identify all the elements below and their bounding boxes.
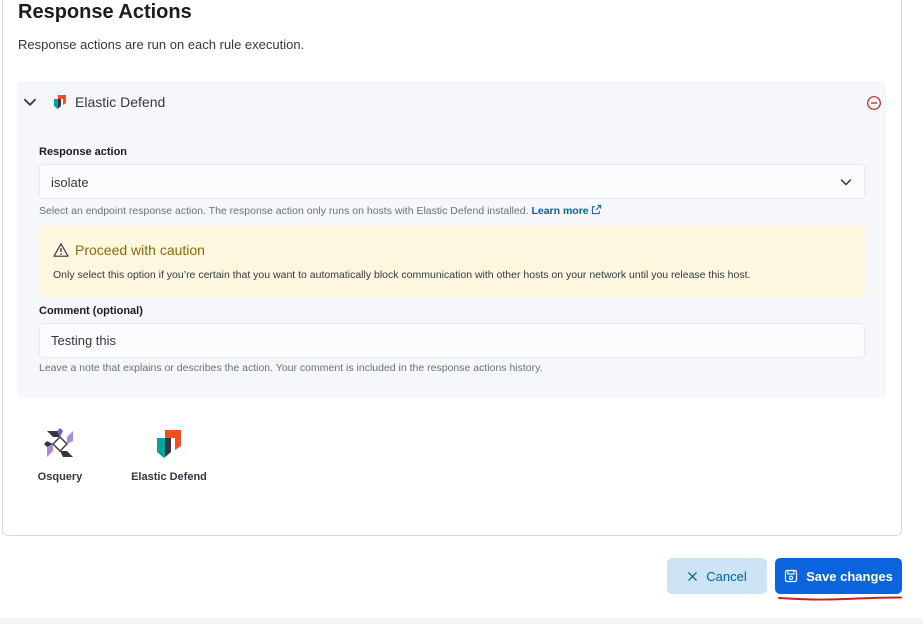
response-action-help: Select an endpoint response action. The … [39, 204, 602, 217]
cancel-label: Cancel [706, 568, 747, 584]
section-title: Response Actions [18, 1, 192, 23]
elastic-defend-accordion: Elastic Defend Response action isolate S… [17, 81, 886, 398]
close-icon [688, 571, 698, 581]
action-type-elastic-defend[interactable]: Elastic Defend [128, 428, 210, 483]
remove-circle-icon[interactable] [866, 95, 882, 111]
response-action-value: isolate [51, 175, 89, 190]
elastic-defend-icon [157, 430, 181, 458]
response-action-label: Response action [39, 146, 128, 158]
osquery-label: Osquery [37, 471, 83, 483]
callout-body: Only select this option if you’re certai… [53, 269, 751, 281]
bottom-strip [0, 618, 923, 624]
chevron-down-icon[interactable] [21, 93, 39, 111]
caution-callout: Proceed with caution Only select this op… [39, 225, 865, 297]
comment-input[interactable] [39, 323, 865, 358]
red-underline-annotation [778, 596, 902, 601]
response-action-select[interactable]: isolate [39, 164, 865, 199]
accordion-header[interactable]: Elastic Defend [17, 81, 886, 123]
learn-more-link[interactable]: Learn more [531, 204, 601, 217]
comment-help: Leave a note that explains or describes … [39, 362, 543, 374]
chevron-down-icon [840, 179, 852, 186]
osquery-icon [44, 428, 73, 457]
warning-icon [53, 243, 69, 257]
elastic-defend-logo-icon [54, 95, 66, 109]
cancel-button[interactable]: Cancel [667, 558, 767, 594]
action-type-osquery[interactable]: Osquery [36, 428, 84, 483]
save-changes-button[interactable]: Save changes [775, 558, 902, 594]
elastic-defend-label: Elastic Defend [131, 471, 207, 483]
comment-label: Comment (optional) [39, 305, 143, 317]
external-link-icon [591, 204, 601, 215]
save-label: Save changes [806, 568, 893, 584]
callout-title: Proceed with caution [75, 242, 205, 258]
save-icon [785, 569, 798, 583]
accordion-title: Elastic Defend [75, 94, 166, 110]
section-description: Response actions are run on each rule ex… [18, 37, 305, 52]
